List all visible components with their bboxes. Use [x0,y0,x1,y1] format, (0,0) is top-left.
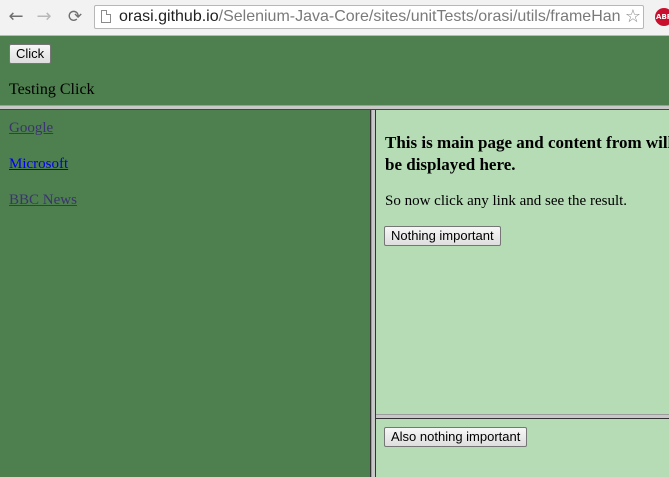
bbc-news-link[interactable]: BBC News [9,192,77,209]
browser-toolbar: ← → ⟳ orasi.github.io/Selenium-Java-Core… [0,0,669,36]
main-paragraph: So now click any link and see the result… [385,193,628,209]
also-nothing-important-button[interactable]: Also nothing important [384,427,528,447]
address-bar[interactable]: orasi.github.io/Selenium-Java-Core/sites… [94,5,644,29]
nothing-important-button[interactable]: Nothing important [384,226,501,246]
adblock-extension-icon[interactable]: ABP [655,8,669,26]
top-frame: Click Testing Click [0,36,669,105]
url-text: orasi.github.io/Selenium-Java-Core/sites… [119,8,621,26]
bookmark-star-icon[interactable]: ☆ [625,6,641,27]
left-frame: Google Microsoft BBC News [0,110,371,477]
bottom-frame: Also nothing important [376,419,669,477]
reload-icon[interactable]: ⟳ [63,5,87,29]
google-link[interactable]: Google [9,120,53,137]
click-button[interactable]: Click [9,44,52,64]
microsoft-link[interactable]: Microsoft [9,156,68,173]
page-icon [101,10,111,23]
main-frame: This is main page and content from will … [376,110,669,414]
status-text: Testing Click [9,81,95,98]
back-arrow-icon[interactable]: ← [4,5,28,29]
url-path: /Selenium-Java-Core/sites/unitTests/oras… [218,8,621,25]
url-host: orasi.github.io [119,8,219,25]
forward-arrow-icon[interactable]: → [32,5,56,29]
main-heading: This is main page and content from will … [385,133,669,174]
